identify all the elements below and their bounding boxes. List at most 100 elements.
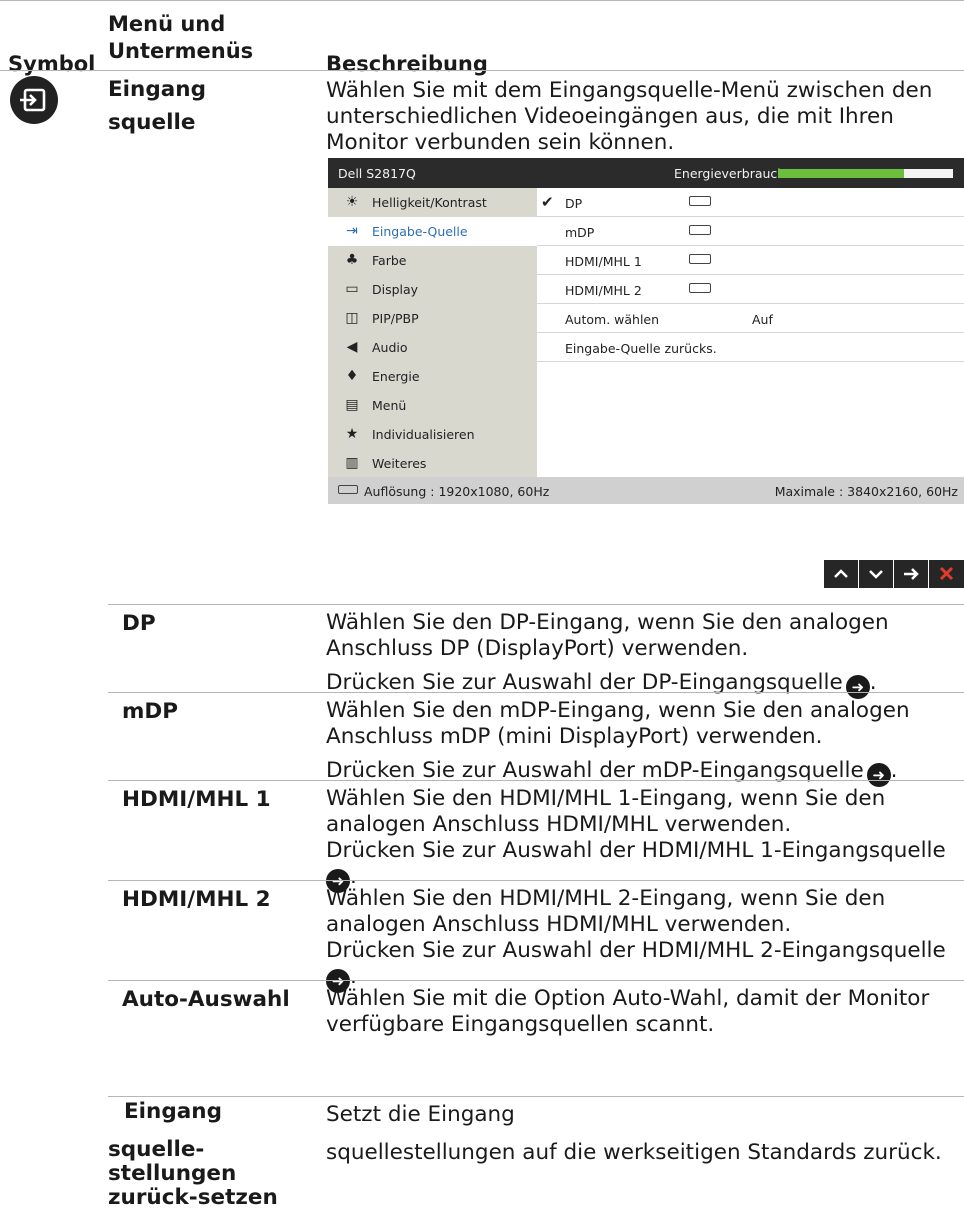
input-source-icon: ⇥: [346, 223, 358, 239]
reset-desc-line1: Setzt die Eingang: [326, 1102, 515, 1127]
energy-meter-fill: [778, 169, 904, 178]
osd-menu-item-label: Individualisieren: [372, 427, 475, 442]
osd-menu-item[interactable]: ◀ Audio: [328, 333, 537, 362]
osd-menu-item[interactable]: ♦ Energie: [328, 362, 537, 391]
osd-energy-label: Energieverbrauch: [674, 166, 786, 181]
submenu-press-text: Drücken Sie zur Auswahl der HDMI/MHL 1-E…: [326, 838, 946, 863]
submenu-name: mDP: [122, 699, 179, 724]
submenu-desc-line: Anschluss DP (DisplayPort) verwenden.: [326, 636, 749, 661]
submenu-name: HDMI/MHL 2: [122, 887, 271, 912]
osd-menu-item-label: Helligkeit/Kontrast: [372, 195, 487, 210]
row-rule: [108, 692, 964, 693]
section-desc-line1: Wählen Sie mit dem Eingangsquelle-Menü z…: [326, 78, 933, 103]
speaker-icon: ◀: [346, 339, 358, 355]
submenu-press-hint: Drücken Sie zur Auswahl der mDP-Eingangs…: [326, 758, 898, 787]
submenu-desc-line: Wählen Sie den HDMI/MHL 1-Eingang, wenn …: [326, 786, 886, 811]
submenu-desc-line: Wählen Sie den mDP-Eingang, wenn Sie den…: [326, 698, 910, 723]
others-icon: ▥: [345, 455, 359, 471]
osd-option-row[interactable]: Eingabe-Quelle zurücks.: [537, 333, 964, 362]
osd-title-bar: Dell S2817Q Energieverbrauch: [328, 158, 964, 188]
osd-menu-screenshot: Dell S2817Q Energieverbrauch ☀ Helligkeit…: [328, 158, 964, 504]
arrow-right-icon: [904, 568, 919, 580]
osd-option-label: HDMI/MHL 1: [565, 254, 642, 269]
menu-icon: ▤: [345, 397, 359, 413]
section-desc-line2: unterschiedlichen Videoeingängen aus, di…: [326, 104, 894, 129]
submenu-desc-line: analogen Anschluss HDMI/MHL verwenden.: [326, 912, 792, 937]
osd-menu-item[interactable]: ☀ Helligkeit/Kontrast: [328, 188, 537, 217]
header-rule: [0, 70, 964, 71]
osd-menu-item-label: Audio: [372, 340, 408, 355]
osd-option-label: HDMI/MHL 2: [565, 283, 642, 298]
row-rule: [108, 1096, 964, 1097]
row-rule: [108, 780, 964, 781]
section-title-line2: squelle: [108, 110, 196, 135]
osd-model-name: Dell S2817Q: [338, 166, 416, 181]
section-desc-line3: Monitor verbunden sein können.: [326, 130, 675, 155]
submenu-desc-line: Anschluss mDP (mini DisplayPort) verwend…: [326, 724, 823, 749]
chevron-up-icon: [834, 569, 848, 578]
port-icon: [689, 225, 711, 235]
osd-menu-item[interactable]: ♣ Farbe: [328, 246, 537, 275]
submenu-press-text: Drücken Sie zur Auswahl der HDMI/MHL 2-E…: [326, 938, 946, 963]
submenu-desc-line: Wählen Sie mit die Option Auto-Wahl, dam…: [326, 986, 930, 1011]
section-title-line1: Eingang: [108, 77, 206, 102]
submenu-desc-line: verfügbare Eingangsquellen scannt.: [326, 1012, 715, 1037]
row-rule: [108, 980, 964, 981]
star-icon: ★: [345, 426, 359, 442]
osd-menu-item-label: Display: [372, 282, 419, 297]
close-button[interactable]: [929, 560, 964, 588]
reset-name-line2: squelle-: [108, 1137, 205, 1162]
osd-options-panel: ✔ DP mDP HDMI/MHL 1 HDMI/MHL 2 Autom. wählen A…: [537, 188, 964, 477]
osd-option-row[interactable]: mDP: [537, 217, 964, 246]
osd-menu-item-label: Eingabe-Quelle: [372, 224, 468, 239]
osd-option-label: mDP: [565, 225, 595, 240]
osd-menu-item[interactable]: ▭ Display: [328, 275, 537, 304]
osd-menu-item[interactable]: ◫ PIP/PBP: [328, 304, 537, 333]
color-icon: ♣: [345, 252, 359, 268]
header-symbol: Symbol: [8, 52, 96, 76]
osd-resolution: Auflösung : 1920x1080, 60Hz: [364, 484, 550, 499]
submenu-press-hint: Drücken Sie zur Auswahl der HDMI/MHL 2-E…: [326, 938, 946, 993]
arrow-right-circle-icon: ➜: [866, 763, 891, 787]
top-rule: [0, 0, 964, 1]
osd-menu-item-label: Farbe: [372, 253, 407, 268]
osd-option-row[interactable]: ✔ DP: [537, 188, 964, 217]
row-rule: [108, 880, 964, 881]
checkmark-icon: ✔: [541, 193, 554, 211]
osd-option-row[interactable]: Autom. wählen Auf: [537, 304, 964, 333]
port-icon: [689, 283, 711, 293]
down-button[interactable]: [859, 560, 893, 588]
submenu-name: Auto-Auswahl: [122, 987, 290, 1012]
osd-menu-item-label: PIP/PBP: [372, 311, 419, 326]
port-icon: [338, 485, 358, 494]
submenu-desc-line: Wählen Sie den HDMI/MHL 2-Eingang, wenn …: [326, 886, 886, 911]
port-icon: [689, 196, 711, 206]
osd-option-label: Eingabe-Quelle zurücks.: [565, 341, 717, 356]
submenu-name: DP: [122, 611, 156, 636]
osd-menu-item[interactable]: ⇥ Eingabe-Quelle: [328, 217, 537, 246]
brightness-icon: ☀: [345, 194, 359, 210]
reset-desc-line2: squellestellungen auf die werkseitigen S…: [326, 1140, 942, 1165]
osd-menu-item-label: Weiteres: [372, 456, 427, 471]
osd-max-resolution: Maximale : 3840x2160, 60Hz: [774, 484, 958, 499]
osd-menu-item[interactable]: ▥ Weiteres: [328, 449, 537, 478]
arrow-right-circle-icon: ➜: [845, 675, 870, 699]
osd-menu-item[interactable]: ★ Individualisieren: [328, 420, 537, 449]
osd-footer: Auflösung : 1920x1080, 60Hz Maximale : 3…: [328, 477, 964, 504]
header-menu-line2: Untermenüs: [108, 39, 254, 63]
reset-name-line3: stellungen: [108, 1161, 237, 1186]
osd-option-value: Auf: [752, 312, 773, 327]
osd-sidebar: ☀ Helligkeit/Kontrast ⇥ Eingabe-Quelle ♣ Farb…: [328, 188, 537, 477]
osd-menu-item-label: Menü: [372, 398, 407, 413]
chevron-down-icon: [869, 570, 883, 579]
submenu-desc-line: analogen Anschluss HDMI/MHL verwenden.: [326, 812, 792, 837]
reset-name-line1: Eingang: [124, 1099, 222, 1124]
osd-option-row[interactable]: HDMI/MHL 2: [537, 275, 964, 304]
up-button[interactable]: [824, 560, 858, 588]
osd-option-row[interactable]: HDMI/MHL 1: [537, 246, 964, 275]
osd-option-label: Autom. wählen: [565, 312, 660, 327]
enter-button[interactable]: [894, 560, 928, 588]
reset-name-line4: zurück-setzen: [108, 1185, 278, 1210]
osd-menu-item[interactable]: ▤ Menü: [328, 391, 537, 420]
submenu-press-hint: Drücken Sie zur Auswahl der DP-Eingangsq…: [326, 670, 877, 699]
